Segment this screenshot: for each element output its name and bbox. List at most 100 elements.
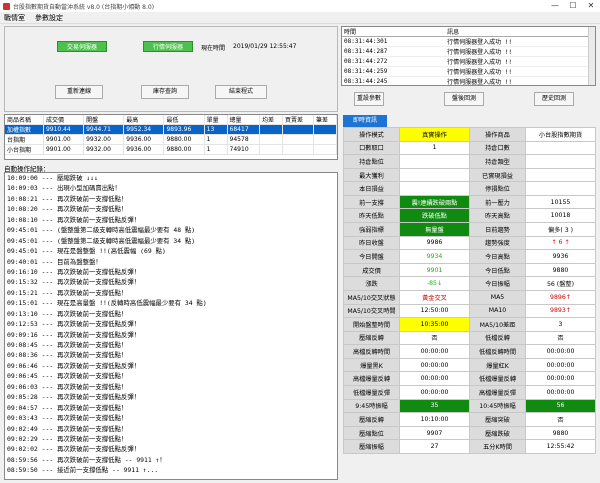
info-value bbox=[399, 167, 470, 183]
after-hours-backtest-button[interactable]: 盤後回測 bbox=[444, 92, 484, 106]
info-row: 低檔爆量反彈 00:00:00 高檔爆量反彈 00:00:00 bbox=[343, 384, 596, 400]
info-label: 今日振幅 bbox=[469, 276, 526, 291]
info-row: 壓縮點位 9907 壓縮跌破 9880 bbox=[343, 425, 596, 441]
reconnect-button[interactable]: 重新連線 bbox=[55, 85, 103, 99]
info-row: 操作模式 真實操作 操作商品 小台股指數期貨 bbox=[343, 127, 596, 142]
log-line: 09:45:01 --- (盤整盤第二級支轉時高低震幅最少要有 48 點) bbox=[7, 226, 196, 235]
grid-cell bbox=[259, 124, 283, 135]
grid-cell bbox=[282, 134, 314, 145]
info-row: 最大獲利 已實現損益 bbox=[343, 167, 596, 183]
log-line: 10:09:00 --- 壓縮跌破 ↓↓↓ bbox=[7, 174, 98, 182]
tab-realtime-info[interactable]: 即時資訊 bbox=[343, 115, 388, 127]
info-label: 五分K時間 bbox=[469, 439, 526, 454]
info-label: 強弱指標 bbox=[343, 222, 400, 237]
grid-col-header[interactable]: 商品名稱 bbox=[5, 115, 44, 125]
info-label: 成交價 bbox=[343, 262, 400, 278]
grid-col-header[interactable]: 均差 bbox=[259, 115, 283, 125]
log-line: 09:08:45 --- 再次跌破前一支撐低點！ bbox=[7, 341, 128, 349]
info-value: 00:00:00 bbox=[525, 384, 596, 400]
grid-cell: 9880.00 bbox=[163, 134, 205, 145]
log-line: 09:02:29 --- 再次跌破前一支撐低點！ bbox=[7, 434, 128, 443]
message-list[interactable]: 時間 訊息 08:31:44:301 行情伺服器登入成功 !! 08:31:44:… bbox=[341, 26, 596, 86]
info-label: MA5 bbox=[469, 289, 526, 305]
info-value: 00:00:00 bbox=[399, 357, 470, 373]
info-label: 低檔反轉 bbox=[469, 330, 526, 346]
grid-cell bbox=[313, 124, 337, 135]
minimize-button[interactable]: — bbox=[546, 0, 564, 12]
info-value: 9880 bbox=[525, 262, 596, 278]
grid-cell: 9952.34 bbox=[123, 124, 165, 135]
info-row: 高檔爆量反轉 00:00:00 低檔爆量反轉 00:00:00 bbox=[343, 371, 596, 386]
time-label: 現在時間 bbox=[201, 45, 226, 52]
info-label: 高檔爆量反轉 bbox=[343, 371, 400, 386]
info-row: 高檔反轉時間 00:00:00 低檔反轉時間 00:00:00 bbox=[343, 344, 596, 359]
info-label: 持倉點位 bbox=[343, 154, 400, 169]
quote-grid[interactable]: 商品名稱 成交價 開盤 最高 最低 單量 總量 均差 買賣差 筆差 加權指數 9910.44 9944… bbox=[4, 114, 338, 160]
grid-col-header[interactable]: 最高 bbox=[123, 115, 165, 125]
info-label: 今日低點 bbox=[469, 262, 526, 278]
operation-log[interactable]: 10:09:00 --- 壓縮跌破 ↓↓↓ 10:09:03 --- 出現小型加碼… bbox=[4, 172, 338, 480]
grid-col-header[interactable]: 最低 bbox=[163, 115, 205, 125]
menu-item-war-room[interactable]: 戰情室 bbox=[2, 13, 27, 23]
menu-item-settings[interactable]: 參數設定 bbox=[33, 13, 65, 23]
log-line: 09:15:21 --- 再次跌破前一支撐低點！ bbox=[7, 288, 128, 297]
grid-cell: 9901.00 bbox=[43, 144, 85, 155]
info-value: 27 bbox=[399, 439, 470, 454]
grid-cell: 台指期 bbox=[5, 134, 44, 145]
grid-cell: 68417 bbox=[227, 124, 261, 135]
info-row: 9:45時振幅 35 10:45時振幅 56 bbox=[343, 398, 596, 414]
info-label: 昨天高點 bbox=[469, 208, 526, 224]
info-label: 壓縮反轉 bbox=[343, 330, 400, 346]
info-value: ↑ 6 ↑ bbox=[525, 235, 596, 251]
trade-server-button[interactable]: 交易伺服器 bbox=[57, 41, 107, 52]
info-row: 今日開盤 9934 今日高點 9936 bbox=[343, 249, 596, 264]
info-value bbox=[399, 181, 470, 196]
log-line: 09:04:57 --- 再次跌破前一支撐低點！ bbox=[7, 403, 128, 412]
info-value: 偏多( 3 ) bbox=[525, 222, 596, 237]
reset-params-button[interactable]: 重設參數 bbox=[354, 92, 384, 106]
close-button[interactable]: ✕ bbox=[582, 0, 600, 12]
grid-cell: 1 bbox=[204, 134, 228, 145]
grid-row[interactable]: 加權指數 9910.44 9944.71 9952.34 9893.96 13 68417 bbox=[5, 124, 337, 135]
grid-cell: 小台指期 bbox=[5, 144, 44, 155]
info-row: 強弱指標 無量盤 日前趨勢 偏多( 3 ) bbox=[343, 222, 596, 237]
maximize-button[interactable]: ☐ bbox=[564, 0, 582, 12]
info-row: 壓縮振幅 27 五分K時間 12:55:42 bbox=[343, 439, 596, 454]
log-line: 09:02:49 --- 再次跌破前一支撐低點！ bbox=[7, 424, 128, 433]
info-value: -85↓ bbox=[399, 276, 470, 291]
grid-col-header[interactable]: 開盤 bbox=[83, 115, 125, 125]
realtime-info-table: 操作模式 真實操作 操作商品 小台股指數期貨 口數取口 1 持倉口數 持倉點位 持倉類型 最大獲利… bbox=[343, 127, 596, 454]
log-line: 09:06:45 --- 再次跌破前一支撐低點！ bbox=[7, 372, 128, 381]
grid-col-header[interactable]: 成交價 bbox=[43, 115, 85, 125]
exit-program-button[interactable]: 結束程式 bbox=[215, 85, 267, 99]
info-label: 操作商品 bbox=[469, 127, 526, 142]
info-label: 持倉口數 bbox=[469, 140, 526, 156]
info-label: 高檔反轉時間 bbox=[343, 344, 400, 359]
log-line: 10:08:21 --- 再次跌破前一支撐低點！ bbox=[7, 194, 128, 203]
info-row: 本日損益 停損點位 bbox=[343, 181, 596, 196]
log-line: 09:08:36 --- 再次跌破前一支撐低點！ bbox=[7, 351, 128, 360]
grid-col-header[interactable]: 單量 bbox=[204, 115, 228, 125]
grid-cell bbox=[282, 124, 314, 135]
info-value: 00:00:00 bbox=[399, 371, 470, 386]
inventory-query-button[interactable]: 庫存查詢 bbox=[141, 85, 189, 99]
grid-cell: 9910.44 bbox=[43, 124, 85, 135]
info-label: 昨日收盤 bbox=[343, 235, 400, 251]
info-value: 9896↑ bbox=[525, 289, 596, 305]
log-line: 10:09:03 --- 出現小型加碼賣出點！ bbox=[7, 184, 121, 193]
info-value: 00:00:00 bbox=[525, 371, 596, 386]
message-scrollbar[interactable] bbox=[588, 27, 595, 85]
history-backtest-button[interactable]: 歷史回測 bbox=[534, 92, 574, 106]
info-value: 00:00:00 bbox=[525, 357, 596, 373]
grid-col-header[interactable]: 總量 bbox=[227, 115, 261, 125]
log-line: 09:12:53 --- 再次跌破前一支撐低點反彈！ bbox=[7, 320, 141, 329]
control-panel: 交易伺服器 行情伺服器 現在時間 2019/01/29 12:55:47 重新連… bbox=[4, 26, 338, 112]
grid-cell: 9932.00 bbox=[83, 134, 125, 145]
grid-col-header[interactable]: 買賣差 bbox=[282, 115, 314, 125]
grid-row[interactable]: 小台指期 9901.00 9932.00 9936.00 9880.00 1 74910 bbox=[5, 144, 337, 155]
quote-server-button[interactable]: 行情伺服器 bbox=[143, 41, 193, 52]
grid-row[interactable]: 台指期 9901.00 9932.00 9936.00 9880.00 1 94578 bbox=[5, 134, 337, 145]
grid-col-header[interactable]: 筆差 bbox=[313, 115, 337, 125]
info-label: 壓縮點位 bbox=[343, 425, 400, 441]
message-text: 行情伺服器登入成功 !! bbox=[445, 76, 595, 85]
